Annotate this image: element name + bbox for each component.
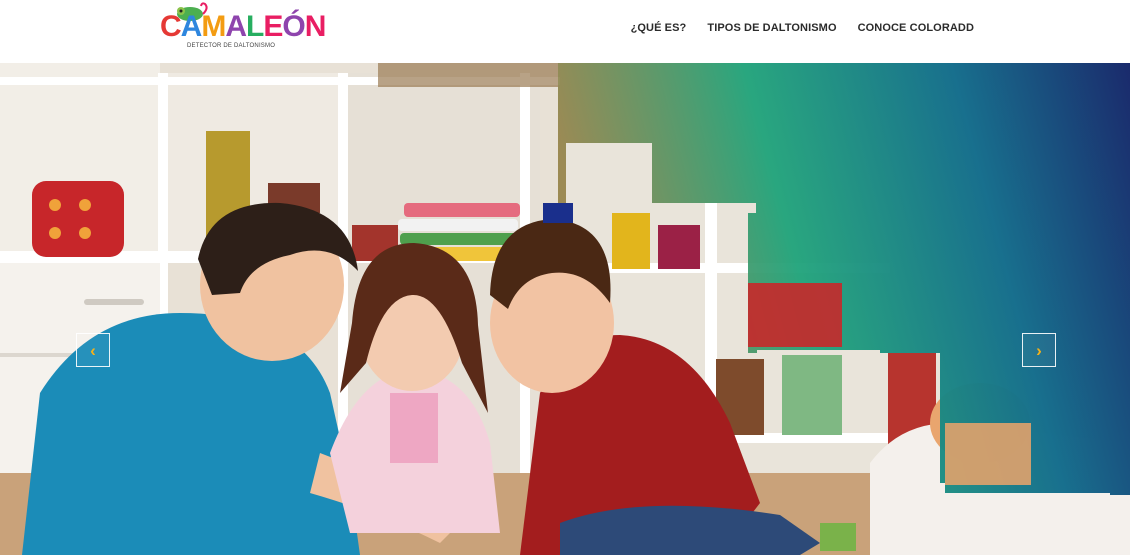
slider-prev-button[interactable]: ‹ (76, 333, 110, 367)
logo-letter: N (304, 10, 327, 43)
nav-link-conoce-coloradd[interactable]: CONOCE COLORADD (858, 22, 974, 34)
logo-wordmark: CAMALEÓN (160, 10, 327, 44)
top-navbar: CAMALEÓN DETECTOR DE DALTONISMO ¿QUÉ ES?… (0, 0, 1130, 63)
slider-next-button[interactable]: › (1022, 333, 1056, 367)
main-nav: ¿QUÉ ES? TIPOS DE DALTONISMO CONOCE COLO… (631, 22, 974, 34)
logo-letter: Ó (282, 10, 305, 43)
hero-slider: ‹ › (0, 63, 1130, 555)
logo-tagline: DETECTOR DE DALTONISMO (187, 43, 276, 49)
chevron-left-icon: ‹ (90, 340, 96, 360)
chevron-right-icon: › (1036, 340, 1042, 360)
logo-letter: L (246, 10, 264, 43)
nav-link-tipos-daltonismo[interactable]: TIPOS DE DALTONISMO (707, 22, 836, 34)
logo-letter: A (180, 10, 203, 43)
logo-letter: C (160, 10, 182, 43)
logo-letter: A (225, 10, 247, 43)
nav-link-que-es[interactable]: ¿QUÉ ES? (631, 22, 687, 34)
hero-image-children-playing (0, 63, 1130, 555)
camaleon-logo[interactable]: CAMALEÓN DETECTOR DE DALTONISMO (158, 2, 326, 52)
logo-letter: M (201, 10, 226, 43)
logo-letter: E (263, 10, 283, 43)
